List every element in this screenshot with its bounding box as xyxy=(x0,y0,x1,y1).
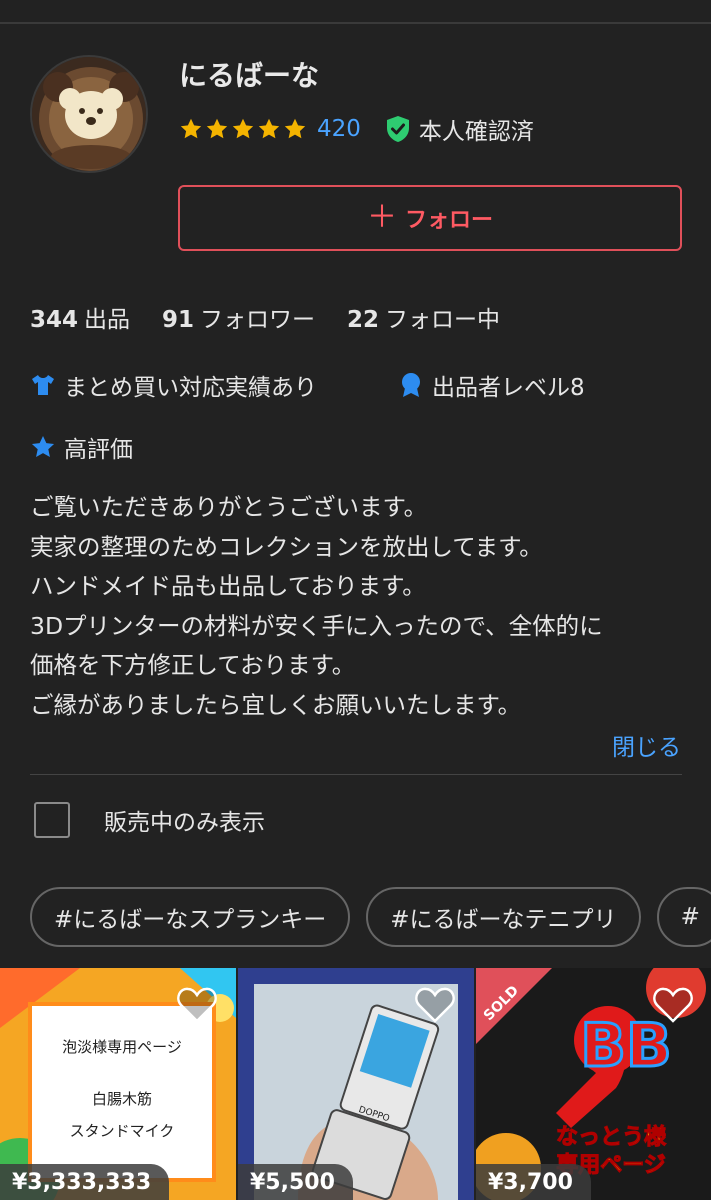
bio-line: 価格を下方修正しております。 xyxy=(30,651,356,679)
rating-stars xyxy=(179,117,307,141)
on-sale-label: 販売中のみ表示 xyxy=(104,810,265,836)
bio-line: 実家の整理のためコレクションを放出してます。 xyxy=(30,532,543,561)
heart-icon[interactable] xyxy=(652,986,694,1024)
heart-icon[interactable] xyxy=(414,986,456,1024)
profile-stats: 344 出品 91 フォロワー 22 フォロー中 xyxy=(30,300,500,334)
stat-followers[interactable]: 91 フォロワー xyxy=(162,300,315,334)
rating-row[interactable]: 420 本人確認済 xyxy=(179,112,534,146)
badge-rating: 高評価 xyxy=(30,430,133,464)
item-1-line3: スタンドマイク xyxy=(70,1122,175,1140)
avatar[interactable] xyxy=(30,55,148,173)
verified-label: 本人確認済 xyxy=(418,119,534,145)
medal-icon xyxy=(402,373,420,397)
bio-line: 3Dプリンターの材料が安く手に入ったので、全体的に xyxy=(30,611,603,640)
star-icon xyxy=(180,118,202,139)
item-1-line2: 白腸木筋 xyxy=(92,1090,152,1108)
heart-icon[interactable] xyxy=(176,986,218,1024)
badge-rating-label: 高評価 xyxy=(64,437,133,463)
top-divider xyxy=(0,22,711,24)
hashtag-list: #にるばーなスプランキー #にるばーなテニプリ # xyxy=(30,887,711,947)
star-icon xyxy=(31,435,55,457)
item-3-caption1: なっとう様 xyxy=(556,1124,667,1150)
bio-line: ハンドメイド品も出品しております。 xyxy=(30,572,426,600)
bio-line: ご縁がありましたら宜しくお願いいたします。 xyxy=(30,690,522,719)
followers-count: 91 xyxy=(162,307,195,333)
listings-label: 出品 xyxy=(84,307,131,333)
bio-line: ご覧いただきありがとうございます。 xyxy=(30,493,428,521)
username: にるばーな xyxy=(179,59,320,92)
following-label: フォロー中 xyxy=(385,307,501,333)
item-card[interactable]: BB なっとう様 専用ページ SOLD ¥3,700 xyxy=(476,968,711,1200)
item-card[interactable]: 泡淡様専用ページ 白腸木筋 スタンドマイク ¥3,333,333 xyxy=(0,968,236,1200)
item-1-line1: 泡淡様専用ページ xyxy=(62,1038,182,1056)
star-icon xyxy=(206,118,228,139)
followers-label: フォロワー xyxy=(200,307,316,333)
on-sale-filter[interactable]: 販売中のみ表示 xyxy=(34,802,265,838)
item-card[interactable]: DOPPO ¥5,500 xyxy=(238,968,474,1200)
badge-bundle-label: まとめ買い対応実績あり xyxy=(64,375,317,401)
divider xyxy=(30,774,682,775)
on-sale-checkbox[interactable] xyxy=(34,802,70,838)
avatar-bear-image xyxy=(32,57,146,171)
badge-level: 出品者レベル8 xyxy=(398,368,585,402)
badge-level-label: 出品者レベル8 xyxy=(432,375,585,401)
item-price: ¥3,333,333 xyxy=(0,1164,170,1200)
close-bio-link[interactable]: 閉じる xyxy=(612,728,681,762)
verified-badge: 本人確認済 xyxy=(385,112,534,146)
follow-button[interactable]: ＋ フォロー xyxy=(178,185,682,251)
hashtag-chip[interactable]: #にるばーなテニプリ xyxy=(366,887,641,947)
stat-listings[interactable]: 344 出品 xyxy=(30,300,130,334)
star-icon xyxy=(284,118,306,139)
follow-button-label: フォロー xyxy=(404,208,493,233)
following-count: 22 xyxy=(347,307,380,333)
shield-check-icon xyxy=(386,116,409,142)
hashtag-chip[interactable]: # xyxy=(656,887,711,947)
plus-icon: ＋ xyxy=(366,200,397,235)
item-price: ¥5,500 xyxy=(238,1164,353,1200)
star-icon xyxy=(258,118,280,139)
profile-bio: ご覧いただきありがとうございます。 実家の整理のためコレクションを放出してます。… xyxy=(30,488,690,725)
badge-bundle: まとめ買い対応実績あり xyxy=(30,368,317,402)
item-grid: 泡淡様専用ページ 白腸木筋 スタンドマイク ¥3,333,333 DOPPO ¥… xyxy=(0,968,711,1200)
shirt-icon xyxy=(32,375,54,395)
star-icon xyxy=(232,118,254,139)
rating-count[interactable]: 420 xyxy=(317,116,361,142)
item-price: ¥3,700 xyxy=(476,1164,591,1200)
hashtag-chip[interactable]: #にるばーなスプランキー xyxy=(30,887,351,947)
stat-following[interactable]: 22 フォロー中 xyxy=(347,300,500,334)
listings-count: 344 xyxy=(30,307,79,333)
